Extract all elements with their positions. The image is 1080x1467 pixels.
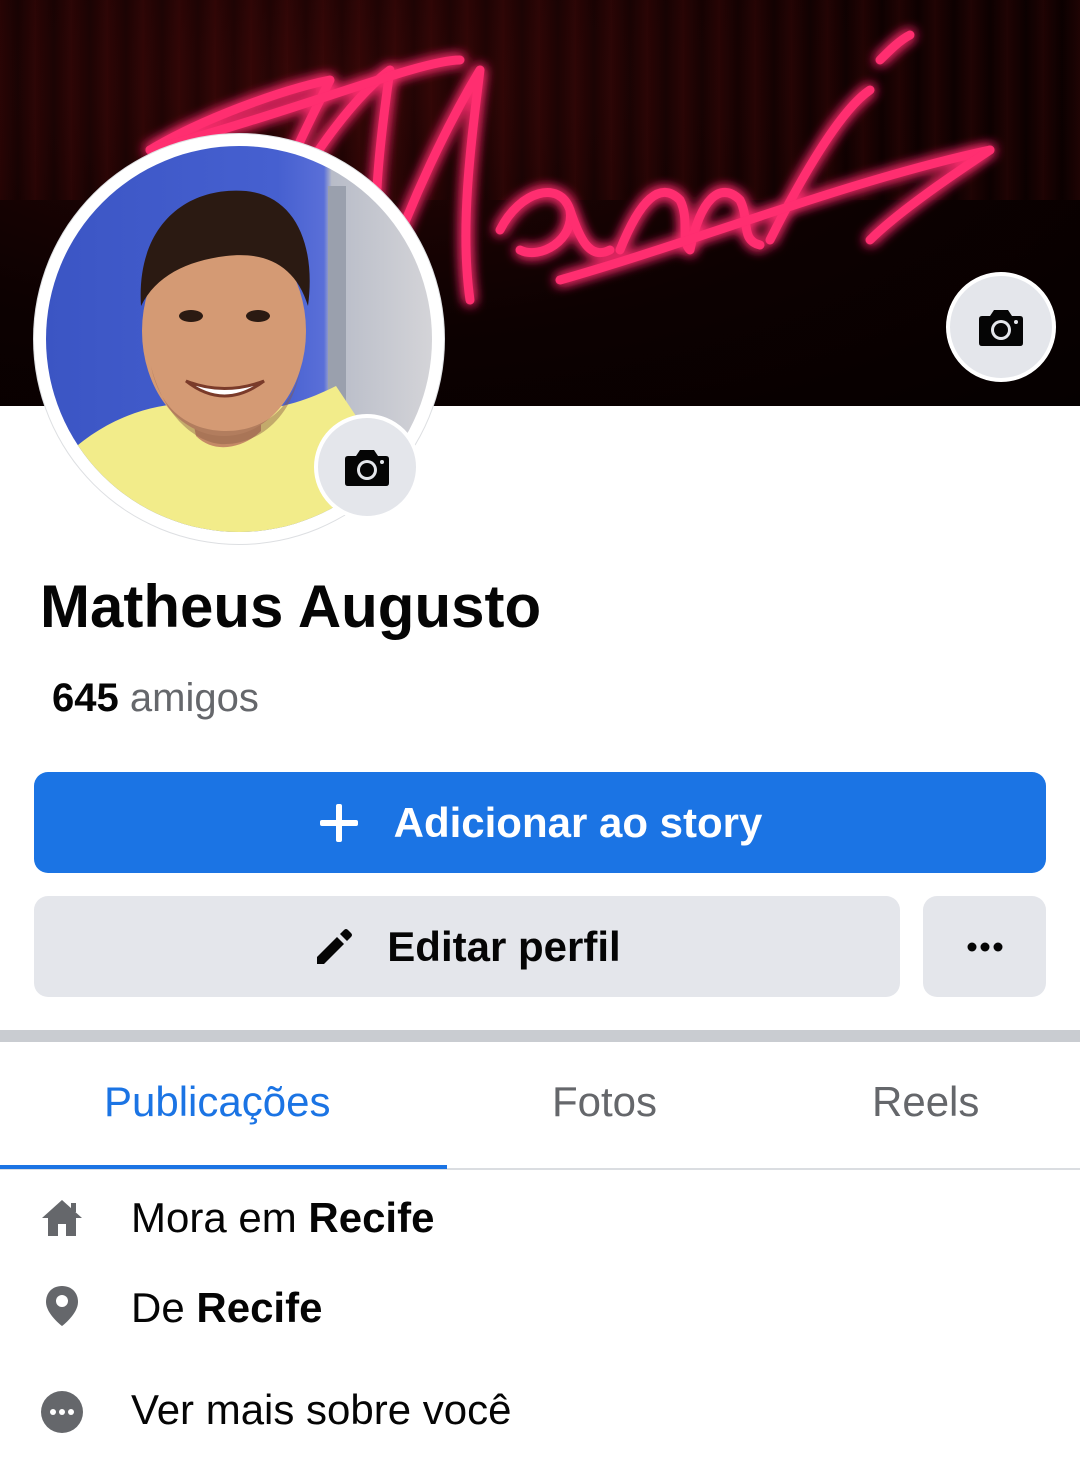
friends-count: 645	[52, 676, 119, 720]
avatar-camera-button[interactable]	[314, 414, 420, 520]
lives-in-city[interactable]: Recife	[308, 1194, 434, 1241]
more-circle-icon	[40, 1390, 84, 1434]
friends-count-link[interactable]: 645 amigos	[52, 676, 259, 721]
section-divider	[0, 1030, 1080, 1042]
location-pin-icon	[40, 1284, 84, 1328]
camera-icon	[979, 310, 1023, 346]
from-city[interactable]: Recife	[196, 1284, 322, 1331]
home-icon	[40, 1196, 84, 1240]
tab-fotos[interactable]: Fotos	[552, 1078, 657, 1126]
detail-from: De Recife	[0, 1270, 1080, 1350]
more-horizontal-icon	[967, 942, 1002, 951]
camera-icon	[345, 450, 389, 486]
profile-page: Matheus Augusto 645 amigos Adicionar ao …	[0, 0, 1080, 1467]
cover-camera-button[interactable]	[946, 272, 1056, 382]
more-options-button[interactable]	[923, 896, 1046, 997]
see-more-about-row[interactable]: Ver mais sobre você	[0, 1372, 1080, 1452]
tab-publicacoes[interactable]: Publicações	[104, 1078, 330, 1126]
from-text: De Recife	[131, 1284, 322, 1332]
detail-lives-in: Mora em Recife	[0, 1180, 1080, 1260]
tab-reels[interactable]: Reels	[872, 1078, 979, 1126]
see-more-about-label: Ver mais sobre você	[131, 1386, 512, 1433]
active-tab-indicator	[0, 1165, 447, 1169]
add-story-button[interactable]: Adicionar ao story	[34, 772, 1046, 873]
pencil-icon	[317, 928, 353, 964]
friends-label: amigos	[129, 676, 259, 720]
from-prefix: De	[131, 1284, 185, 1331]
edit-profile-button[interactable]: Editar perfil	[34, 896, 900, 997]
lives-in-text: Mora em Recife	[131, 1194, 434, 1242]
lives-in-prefix: Mora em	[131, 1194, 297, 1241]
edit-profile-label: Editar perfil	[387, 922, 621, 970]
profile-name: Matheus Augusto	[40, 573, 542, 640]
plus-icon	[319, 803, 358, 842]
add-story-label: Adicionar ao story	[393, 798, 763, 846]
